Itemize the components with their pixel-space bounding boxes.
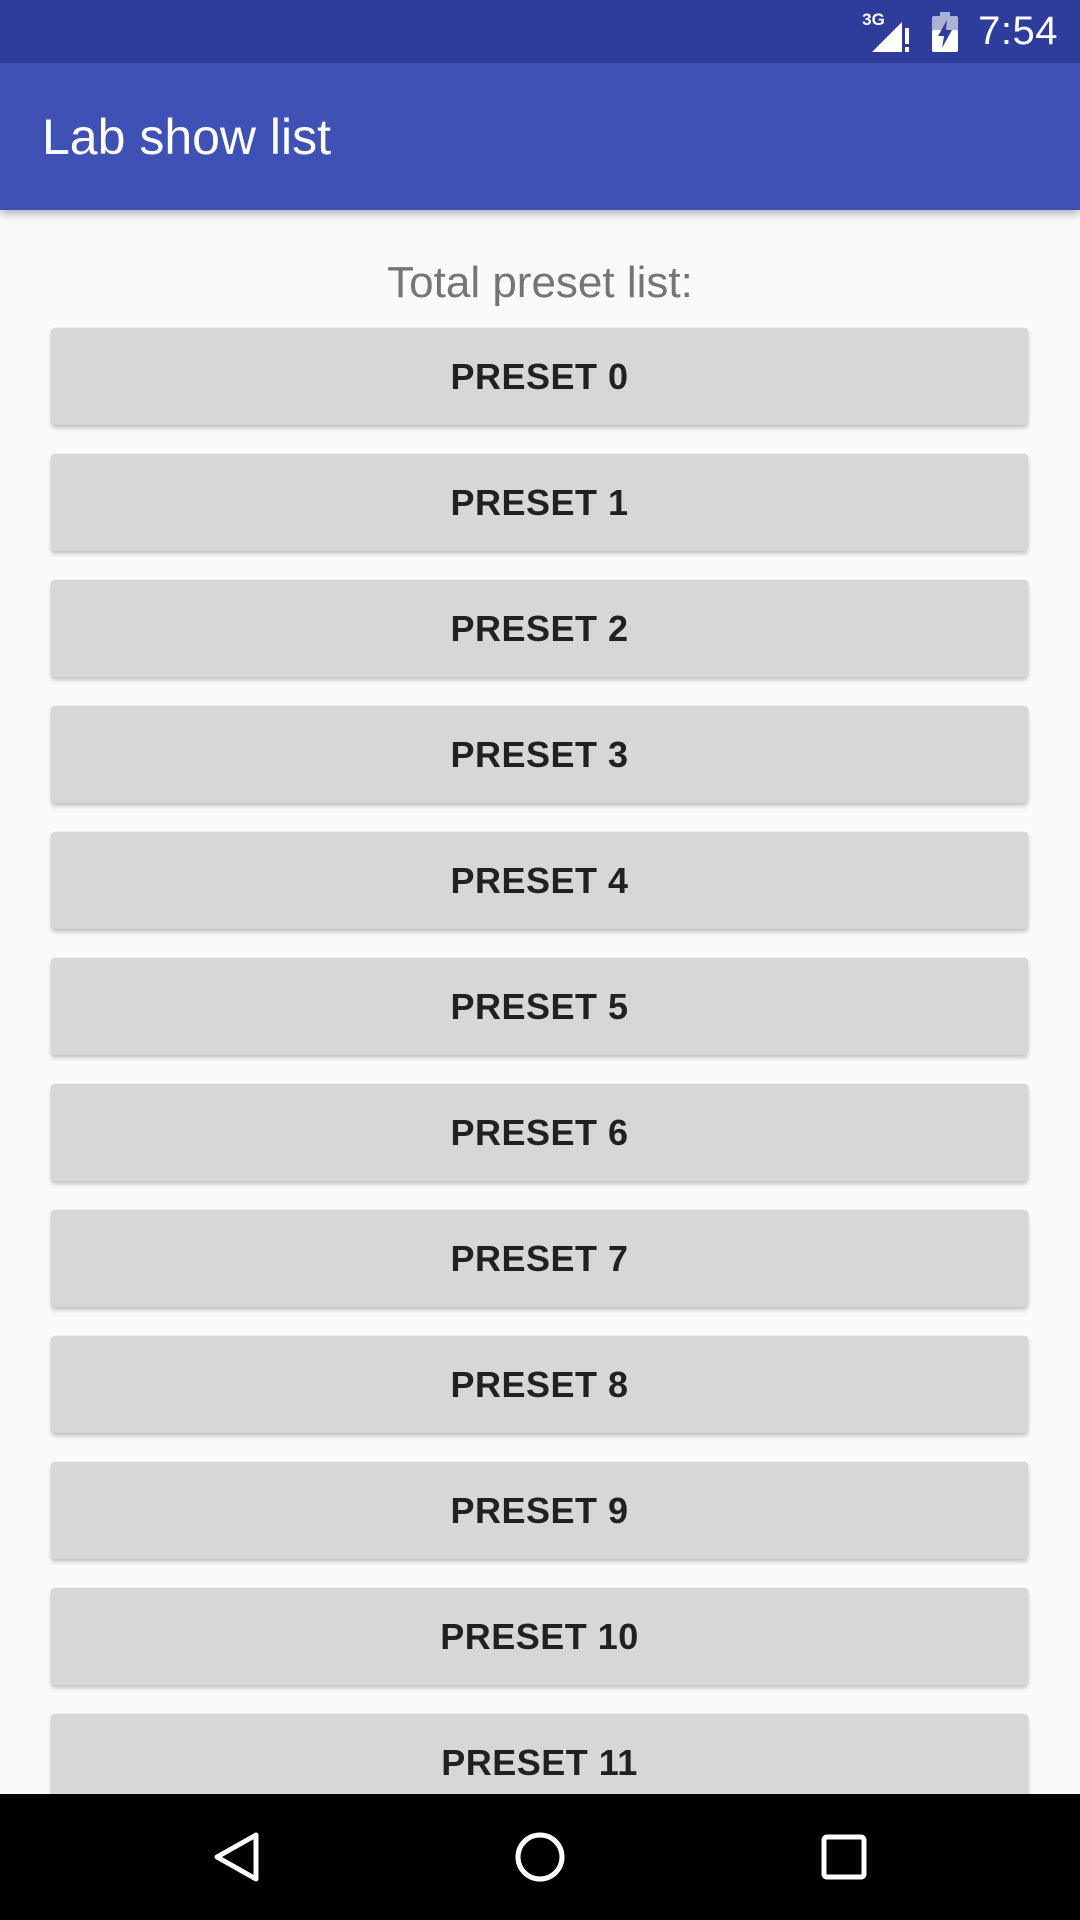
preset-button-1[interactable]: PRESET 1 bbox=[51, 454, 1028, 551]
preset-button-6[interactable]: PRESET 6 bbox=[51, 1084, 1028, 1181]
preset-button-9[interactable]: PRESET 9 bbox=[51, 1462, 1028, 1559]
status-bar: 3G 7:54 bbox=[0, 0, 1080, 63]
back-button[interactable] bbox=[156, 1794, 316, 1920]
app-bar: Lab show list bbox=[0, 63, 1080, 210]
preset-button-3[interactable]: PRESET 3 bbox=[51, 706, 1028, 803]
screen: 3G 7:54 Lab show list Total preset list:… bbox=[0, 0, 1080, 1920]
preset-button-10[interactable]: PRESET 10 bbox=[51, 1588, 1028, 1685]
battery-charging-icon bbox=[932, 11, 959, 52]
preset-button-8[interactable]: PRESET 8 bbox=[51, 1336, 1028, 1433]
preset-button-2[interactable]: PRESET 2 bbox=[51, 580, 1028, 677]
clock: 7:54 bbox=[978, 9, 1058, 53]
home-icon bbox=[515, 1832, 565, 1882]
preset-button-4[interactable]: PRESET 4 bbox=[51, 832, 1028, 929]
signal-icon: 3G bbox=[862, 10, 912, 52]
home-button[interactable] bbox=[460, 1794, 620, 1920]
recents-button[interactable] bbox=[764, 1794, 924, 1920]
preset-button-11[interactable]: PRESET 11 bbox=[51, 1714, 1028, 1794]
preset-button-7[interactable]: PRESET 7 bbox=[51, 1210, 1028, 1307]
preset-button-0[interactable]: PRESET 0 bbox=[51, 328, 1028, 425]
preset-content[interactable]: Total preset list: PRESET 0 PRESET 1 PRE… bbox=[0, 210, 1080, 1794]
page-title: Lab show list bbox=[42, 108, 332, 165]
preset-list: PRESET 0 PRESET 1 PRESET 2 PRESET 3 PRES… bbox=[51, 328, 1028, 1794]
preset-list-label: Total preset list: bbox=[387, 258, 693, 307]
navigation-bar bbox=[0, 1794, 1080, 1920]
back-icon bbox=[214, 1832, 259, 1882]
status-icons: 3G 7:54 bbox=[862, 9, 1058, 54]
recents-icon bbox=[821, 1834, 867, 1880]
preset-button-5[interactable]: PRESET 5 bbox=[51, 958, 1028, 1055]
